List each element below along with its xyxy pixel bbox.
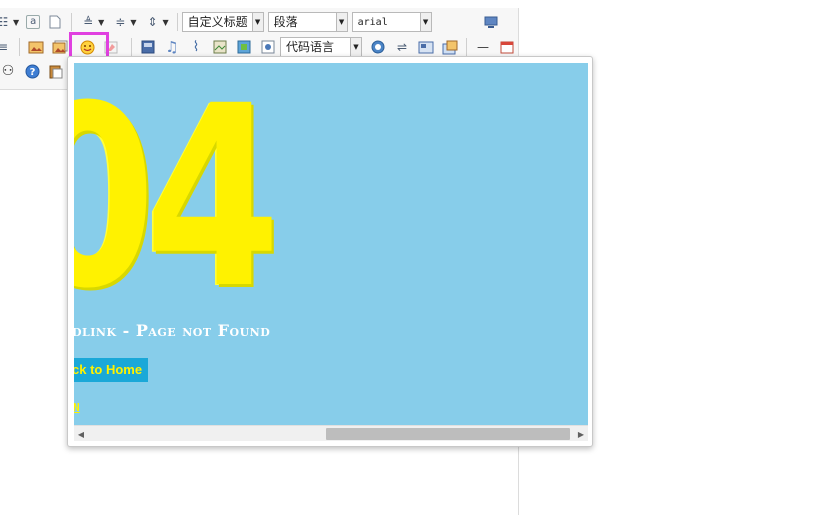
- paragraph-value: 段落: [273, 15, 298, 29]
- fullscreen-icon[interactable]: [482, 13, 500, 31]
- background-icon[interactable]: [441, 38, 459, 56]
- svg-text:?: ?: [29, 67, 35, 78]
- chevron-down-icon[interactable]: ▼: [419, 13, 431, 31]
- video-icon[interactable]: [139, 38, 157, 56]
- toolbar-row-3: ⚇ ?: [0, 59, 68, 83]
- toolbar-divider: [131, 38, 132, 56]
- scroll-right-icon[interactable]: ▶: [574, 426, 588, 442]
- toolbar-divider: [466, 38, 467, 56]
- chevron-down-icon[interactable]: ▼: [335, 13, 347, 31]
- multi-image-icon[interactable]: [51, 38, 69, 56]
- custom-title-select[interactable]: 自定义标题 ▼: [181, 12, 264, 32]
- date-icon[interactable]: [498, 38, 516, 56]
- line-height-caret-icon[interactable]: ▼: [162, 18, 168, 27]
- chevron-down-icon[interactable]: ▼: [350, 38, 361, 56]
- error-code-graphic: 04: [74, 63, 280, 343]
- horizontal-scrollbar[interactable]: ◀ ▶: [74, 425, 588, 441]
- frame-icon[interactable]: [259, 38, 277, 56]
- attachment-icon[interactable]: ⌇: [187, 38, 205, 56]
- row-spacing-bottom-caret-icon[interactable]: ▼: [130, 18, 136, 27]
- paragraph-select[interactable]: 段落 ▼: [267, 12, 348, 32]
- row-spacing-top-caret-icon[interactable]: ▼: [98, 18, 104, 27]
- custom-title-value: 自定义标题: [187, 15, 248, 29]
- help-icon[interactable]: ?: [23, 62, 41, 80]
- gmap-icon[interactable]: [235, 38, 253, 56]
- font-family-value: arial: [357, 17, 388, 28]
- toolbar-divider: [71, 13, 73, 31]
- page-break-icon[interactable]: ⇌: [393, 38, 411, 56]
- back-to-home-button[interactable]: ck to Home: [74, 358, 149, 382]
- code-language-value: 代码语言: [286, 40, 335, 54]
- list-dropdown-caret-icon[interactable]: ▼: [13, 18, 19, 27]
- toolbar-row-1: ☷ ▼ a ≜ ▼ ≑ ▼ ⇕ ▼ 自定义标题 ▼ 段落 ▼ arial ▼: [0, 10, 503, 34]
- scrollbar-thumb[interactable]: [326, 428, 570, 440]
- chevron-down-icon[interactable]: ▼: [251, 13, 263, 31]
- image-icon[interactable]: [27, 38, 45, 56]
- font-family-select[interactable]: arial ▼: [351, 12, 432, 32]
- page-icon[interactable]: [46, 13, 64, 31]
- error-title: dlink - Page not Found: [74, 321, 271, 340]
- link-icon[interactable]: a: [26, 15, 41, 29]
- emotion-preview-popup: 04 dlink - Page not Found ck to Home N ◀…: [67, 56, 593, 447]
- scroll-left-icon[interactable]: ◀: [74, 426, 88, 442]
- music-icon[interactable]: ♫: [163, 38, 181, 56]
- row-spacing-bottom-icon[interactable]: ≑: [111, 13, 129, 31]
- toolbar-divider: [176, 13, 178, 31]
- preview-viewport: 04 dlink - Page not Found ck to Home N: [74, 63, 588, 425]
- template-icon[interactable]: [417, 38, 435, 56]
- insert-code-icon[interactable]: [369, 38, 387, 56]
- line-height-icon[interactable]: ⇕: [143, 13, 161, 31]
- unordered-list-icon[interactable]: ☷: [0, 13, 12, 31]
- footer-link[interactable]: N: [74, 401, 80, 414]
- toolbar-divider: [19, 38, 20, 56]
- map-icon[interactable]: [211, 38, 229, 56]
- horizontal-rule-icon[interactable]: —: [474, 38, 492, 56]
- search-replace-icon[interactable]: ⚇: [0, 62, 17, 80]
- row-spacing-top-icon[interactable]: ≜: [79, 13, 97, 31]
- align-icon[interactable]: ≡: [0, 38, 12, 56]
- paste-icon[interactable]: [47, 62, 65, 80]
- code-language-select[interactable]: 代码语言 ▼: [280, 37, 362, 57]
